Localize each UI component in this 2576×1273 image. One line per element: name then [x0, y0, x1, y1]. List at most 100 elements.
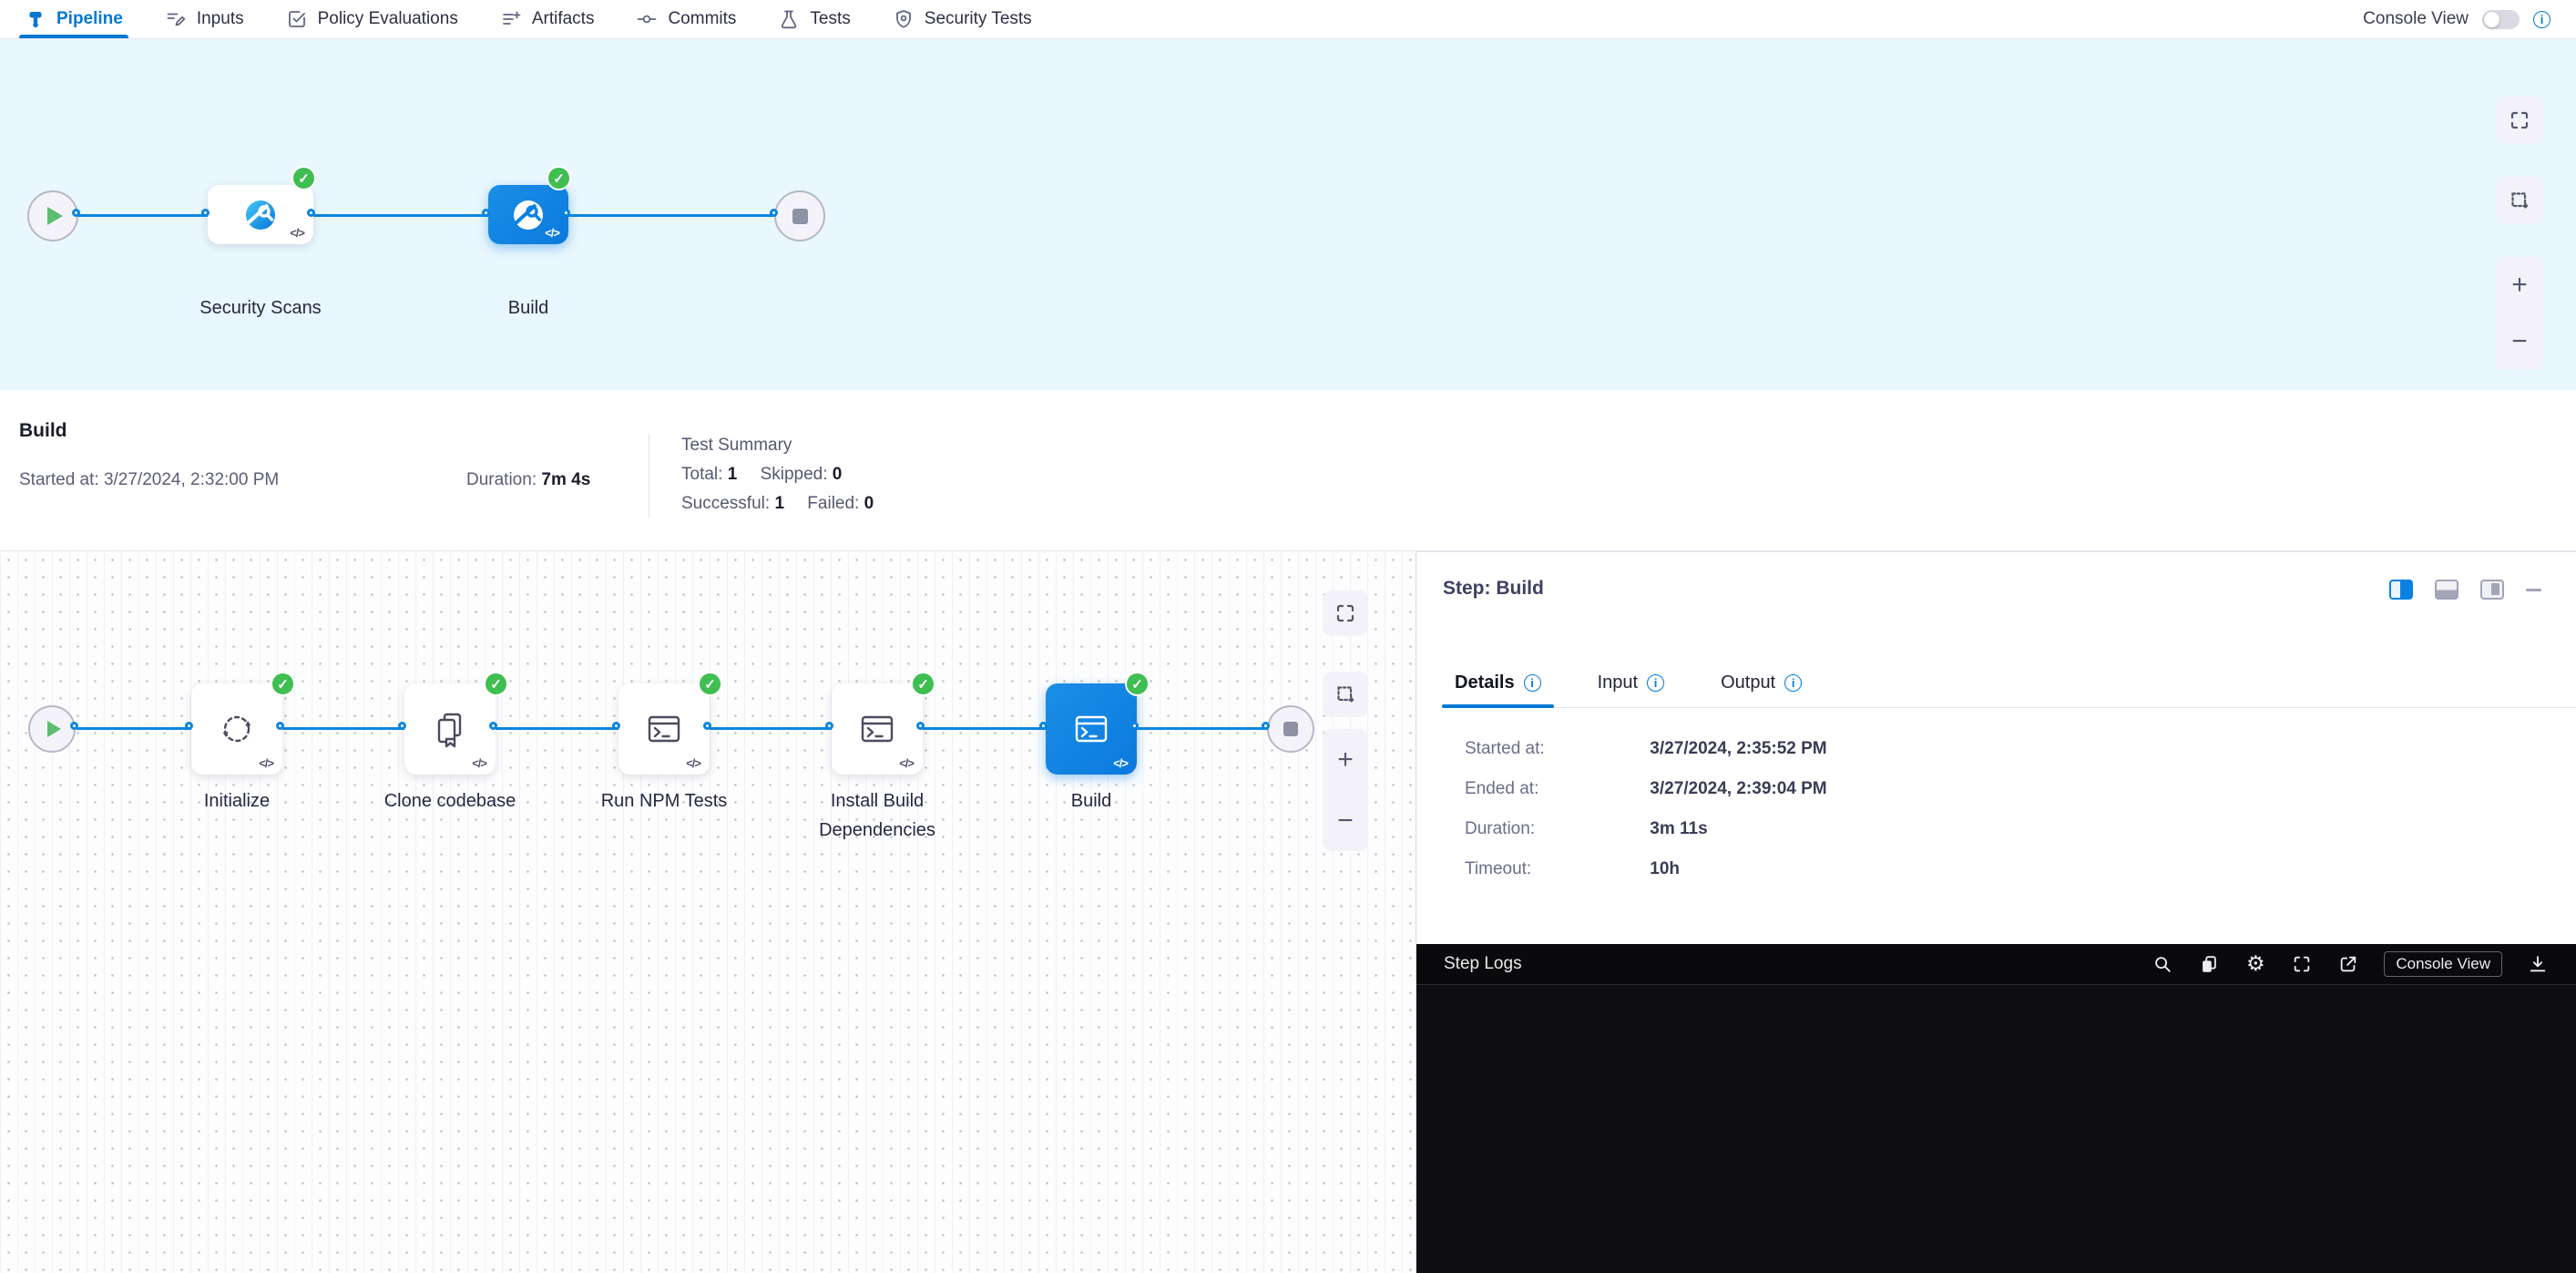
connector-dot [562, 209, 570, 217]
log-settings-button[interactable] [2244, 953, 2266, 975]
stage-card-build[interactable] [488, 185, 568, 244]
tab-inputs[interactable]: Inputs [165, 0, 244, 38]
info-icon[interactable] [1647, 674, 1664, 692]
info-icon[interactable] [1524, 674, 1541, 692]
log-line[interactable]: 18333 info 3/27/2024, 2:38:59 PM [18:38:… [1416, 1227, 2576, 1259]
horizontal-split-view-icon[interactable] [2435, 580, 2458, 600]
search-icon [2152, 954, 2172, 974]
step-card-install-build-dependencies[interactable] [832, 683, 923, 775]
connector-dot [70, 722, 78, 730]
step-canvas-marquee-button[interactable] [1323, 672, 1368, 717]
step-graph-canvas: Initialize Clone codebase Run NPM Tests … [0, 551, 1416, 1273]
log-line[interactable]: 18332 info 3/27/2024, 2:38:59 PM [18:38:… [1416, 1194, 2576, 1227]
inputs-icon [165, 8, 187, 30]
console-view-toggle[interactable] [2482, 10, 2520, 29]
stage-graph-canvas: Security Scans Build [0, 39, 2576, 390]
connector-dot [307, 209, 315, 217]
external-link-icon [2338, 954, 2358, 974]
stage-canvas-fullscreen-button[interactable] [2496, 97, 2543, 144]
search-logs-button[interactable] [2152, 953, 2173, 975]
step-start-node[interactable] [28, 705, 76, 753]
log-line[interactable]: 18328 info 3/27/2024, 2:38:59 PM [18:38:… [1416, 1063, 2576, 1095]
fullscreen-icon [1334, 602, 1356, 624]
zoom-in-button[interactable] [1323, 729, 1368, 790]
console-view-label: Console View [2363, 9, 2469, 29]
detail-value: 3m 11s [1650, 819, 1707, 838]
total-label: Total: [681, 465, 722, 484]
console-view-button[interactable]: Console View [2384, 951, 2502, 977]
security-shield-icon [893, 8, 915, 30]
copy-icon [2199, 954, 2219, 974]
floating-view-icon[interactable] [2480, 580, 2504, 600]
info-icon[interactable] [1784, 674, 1802, 692]
terminal-icon [856, 708, 898, 750]
step-canvas-fullscreen-button[interactable] [1323, 590, 1368, 636]
tab-pipeline[interactable]: Pipeline [25, 0, 123, 38]
step-end-node[interactable] [1267, 705, 1314, 753]
code-icon [1113, 756, 1128, 770]
step-label-run-npm-tests[interactable]: Run NPM Tests [582, 786, 746, 816]
zoom-out-button[interactable] [1323, 790, 1368, 851]
code-icon [545, 226, 559, 240]
tab-tests[interactable]: Tests [778, 0, 850, 38]
download-logs-button[interactable] [2527, 953, 2549, 975]
step-label-build[interactable]: Build [1009, 786, 1173, 816]
step-card-clone-codebase[interactable] [404, 683, 496, 775]
test-summary-row-1: Total: 1 Skipped: 0 [681, 465, 860, 485]
connector-dot [1262, 722, 1270, 730]
step-card-run-npm-tests[interactable] [618, 683, 710, 775]
terminal-icon [643, 708, 685, 750]
tab-output[interactable]: Output [1708, 659, 1814, 707]
log-line[interactable]: 18330 info 3/27/2024, 2:38:59 PM [18:38:… [1416, 1128, 2576, 1161]
step-label-initialize[interactable]: Initialize [155, 786, 319, 816]
info-icon[interactable] [2533, 11, 2550, 28]
stage-duration: Duration: 7m 4s [466, 470, 590, 490]
zoom-in-button[interactable] [2496, 257, 2543, 313]
minimize-panel-icon[interactable] [2526, 589, 2541, 591]
tab-label: Policy Evaluations [318, 9, 458, 29]
step-label-clone-codebase[interactable]: Clone codebase [368, 786, 532, 816]
step-card-initialize[interactable] [191, 683, 282, 775]
tab-policy-evaluations[interactable]: Policy Evaluations [286, 0, 458, 38]
connector-dot [201, 209, 210, 217]
commits-icon [636, 8, 658, 30]
tab-input[interactable]: Input [1585, 659, 1677, 707]
fullscreen-logs-button[interactable] [2291, 953, 2313, 975]
step-label-install-build-dependencies[interactable]: Install Build Dependencies [804, 786, 950, 845]
failed-value: 0 [864, 494, 874, 513]
tab-label: Input [1598, 672, 1638, 693]
failed-label: Failed: [807, 494, 859, 513]
gear-icon [2246, 954, 2265, 975]
copy-logs-button[interactable] [2198, 953, 2220, 975]
pipeline-start-node[interactable] [27, 190, 78, 241]
log-line[interactable]: 18327 info 3/27/2024, 2:38:59 PM [18:38:… [1416, 1030, 2576, 1063]
step-card-build[interactable] [1046, 683, 1137, 775]
tab-label: Security Tests [925, 9, 1032, 29]
pipeline-end-node[interactable] [774, 190, 825, 241]
zoom-out-button[interactable] [2496, 313, 2543, 370]
success-check-icon [698, 672, 722, 696]
tab-artifacts[interactable]: Artifacts [500, 0, 595, 38]
tab-details[interactable]: Details [1442, 659, 1554, 707]
stage-card-security-scans[interactable] [208, 185, 313, 244]
stage-label-security-scans[interactable]: Security Scans [169, 294, 352, 323]
test-summary-row-2: Successful: 1 Failed: 0 [681, 494, 892, 514]
tab-security-tests[interactable]: Security Tests [893, 0, 1032, 38]
tab-commits[interactable]: Commits [636, 0, 736, 38]
stage-canvas-marquee-button[interactable] [2496, 177, 2543, 224]
duration-value: 7m 4s [541, 470, 590, 489]
step-logs-console[interactable]: 18326 info 3/27/2024, 2:38:59 PM [18:38:… [1416, 985, 2576, 1273]
open-logs-new-tab-button[interactable] [2337, 953, 2359, 975]
log-line[interactable]: 18329 info 3/27/2024, 2:38:59 PM [18:38:… [1416, 1095, 2576, 1128]
duration-label: Duration: [466, 470, 537, 489]
vertical-split-view-icon[interactable] [2389, 580, 2413, 600]
detail-row-timeout: Timeout: 10h [1465, 859, 1680, 879]
log-line[interactable]: 18326 info 3/27/2024, 2:38:59 PM [18:38:… [1416, 997, 2576, 1030]
stage-label-build[interactable]: Build [455, 294, 601, 323]
code-icon [686, 756, 700, 770]
stage-started-at: Started at: 3/27/2024, 2:32:00 PM [19, 470, 279, 490]
tab-label: Inputs [197, 9, 244, 29]
detail-value: 10h [1650, 859, 1680, 878]
code-icon [899, 756, 914, 770]
log-line[interactable]: 18331 info 3/27/2024, 2:38:59 PM [18:38:… [1416, 1161, 2576, 1194]
